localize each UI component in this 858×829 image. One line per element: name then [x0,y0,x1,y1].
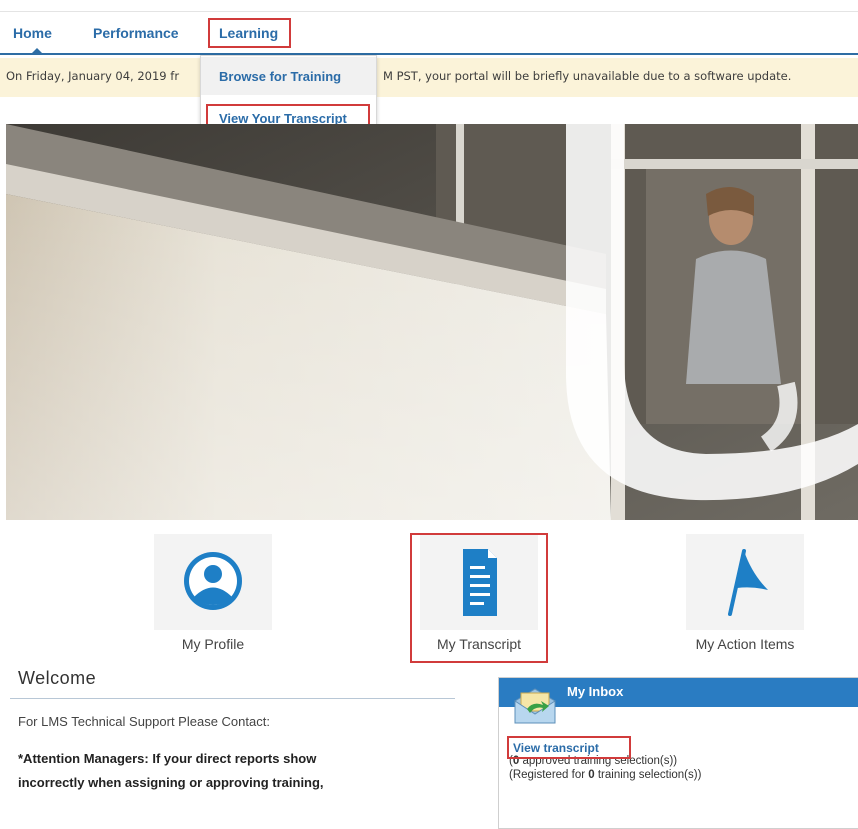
highlight-learning [208,18,291,48]
flag-icon [728,549,768,616]
hero-illustration [6,124,858,520]
envelope-icon [514,688,556,724]
banner-text-right: M PST, your portal will be briefly unava… [383,69,792,83]
welcome-divider [10,698,455,699]
attention-managers-line1: *Attention Managers: If your direct repo… [18,751,317,766]
tile-my-profile-label: My Profile [181,636,245,652]
menu-item-browse-training[interactable]: Browse for Training [201,57,376,95]
tile-my-profile[interactable] [154,534,272,630]
main-nav: Home Performance Learning [0,15,858,55]
highlight-inbox-view-transcript [507,736,631,759]
maintenance-banner: On Friday, January 04, 2019 fr M PST, yo… [0,58,858,97]
welcome-title: Welcome [18,668,97,688]
nav-home[interactable]: Home [13,25,52,41]
active-tab-indicator [30,48,44,55]
inbox-registered-prefix: (Registered for [509,769,589,781]
banner-text-left: On Friday, January 04, 2019 fr [6,69,180,83]
page: Home Performance Learning On Friday, Jan… [0,0,858,829]
tile-my-action-items[interactable] [686,534,804,630]
top-divider [0,11,858,12]
support-contact-text: For LMS Technical Support Please Contact… [18,714,270,729]
nav-performance[interactable]: Performance [93,25,179,41]
hero-image [6,124,858,520]
inbox-registered-suffix: training selection(s)) [594,769,702,781]
inbox-title: My Inbox [567,684,624,699]
user-circle-icon [184,552,242,610]
tile-my-action-items-label: My Action Items [695,636,795,652]
attention-managers-line2: incorrectly when assigning or approving … [18,775,324,790]
inbox-registered-line: (Registered for 0 training selection(s)) [509,769,701,781]
menu-item-browse-label: Browse for Training [219,69,342,84]
highlight-my-transcript [410,533,548,663]
